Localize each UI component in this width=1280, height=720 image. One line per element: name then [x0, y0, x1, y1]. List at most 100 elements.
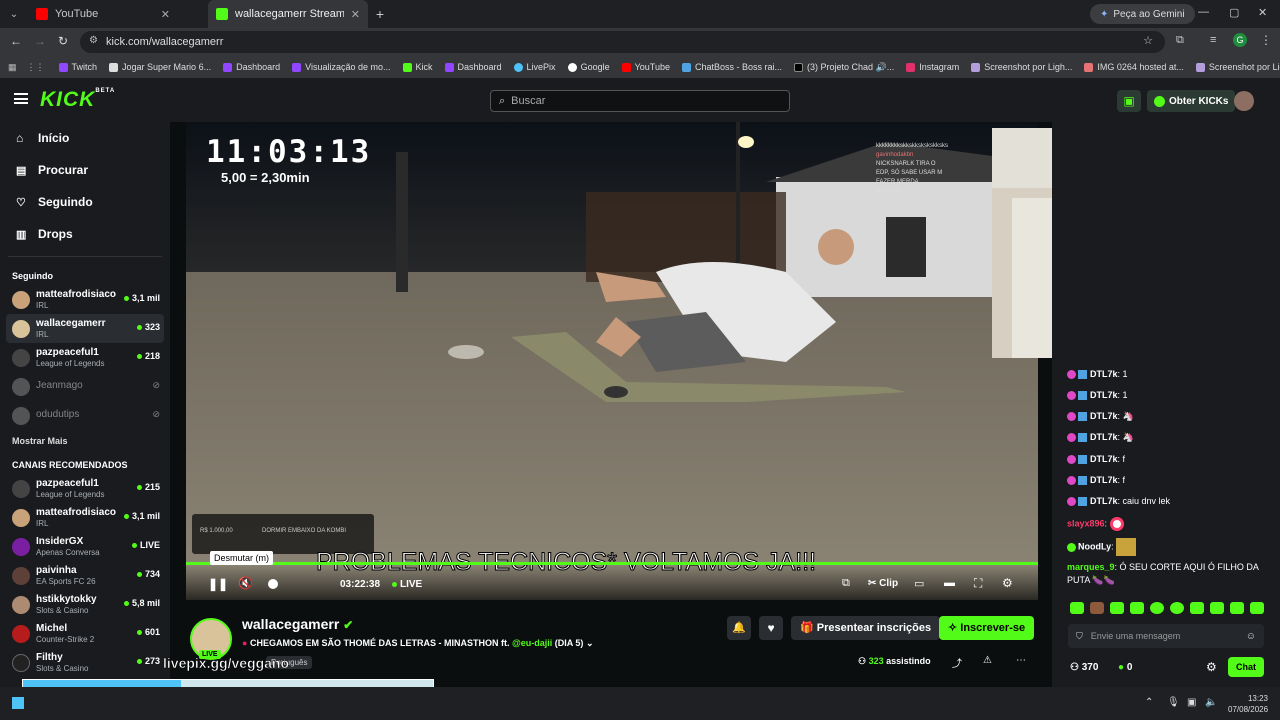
hamburger-menu-icon[interactable]: [14, 93, 28, 104]
nav-browse[interactable]: ▤ Procurar: [0, 154, 170, 186]
new-tab-icon[interactable]: +: [368, 6, 392, 22]
kicks-balance[interactable]: ● 0: [1118, 662, 1132, 673]
bookmark-item[interactable]: LivePix: [508, 62, 562, 72]
emote-icon[interactable]: [1250, 602, 1264, 614]
kick-logo[interactable]: KICKBETA: [40, 88, 115, 112]
sidebar-channel-matteafrodisiaco[interactable]: matteafrodisiaco IRL 3,1 mil: [6, 285, 164, 314]
speaker-icon[interactable]: 🔈: [1205, 697, 1217, 708]
chat-username[interactable]: slayx896: [1067, 518, 1105, 528]
bookmark-item[interactable]: Dashboard: [439, 62, 508, 72]
settings-icon[interactable]: ⚙: [1002, 576, 1013, 590]
nav-home[interactable]: ⌂ Início: [0, 122, 170, 154]
microphone-icon[interactable]: 🎙: [1167, 697, 1180, 708]
emote-icon[interactable]: [1150, 602, 1164, 614]
address-bar[interactable]: ⚙ kick.com/wallacegamerr ☆: [80, 31, 1165, 53]
stream-mention[interactable]: @eu-dajii: [512, 638, 552, 648]
bookmark-item[interactable]: Visualização de mo...: [286, 62, 396, 72]
get-kicks-button[interactable]: Obter KICKs: [1147, 90, 1236, 112]
fullscreen-icon[interactable]: ⛶: [974, 576, 982, 591]
sidebar-channel-odudutips[interactable]: odudutips ⊘: [6, 401, 164, 430]
recommended-channel[interactable]: Michel Counter-Strike 2 601: [6, 619, 164, 648]
live-indicator[interactable]: LIVE: [392, 579, 422, 590]
profile-avatar[interactable]: G: [1233, 33, 1247, 47]
emote-icon[interactable]: [1090, 602, 1104, 614]
emote-icon[interactable]: [1170, 602, 1184, 614]
emote-icon[interactable]: [1110, 602, 1124, 614]
forward-icon[interactable]: →: [34, 34, 46, 48]
chat-username[interactable]: marques_9: [1067, 562, 1115, 572]
chat-username[interactable]: DTL7k: [1090, 369, 1118, 379]
recommended-channel[interactable]: pazpeaceful1 League of Legends 215: [6, 474, 164, 503]
reload-icon[interactable]: ↻: [58, 34, 68, 48]
search-input[interactable]: ⌕ Buscar: [490, 90, 790, 112]
bookmark-item[interactable]: Kick: [397, 62, 439, 72]
chat-settings-icon[interactable]: ⚙: [1206, 660, 1217, 674]
chat-username[interactable]: DTL7k: [1090, 496, 1118, 506]
emote-icon[interactable]: [1070, 602, 1084, 614]
minimize-icon[interactable]: —: [1198, 6, 1209, 18]
emote-icon[interactable]: [1210, 602, 1224, 614]
chat-username[interactable]: DTL7k: [1090, 432, 1118, 442]
bookmark-item[interactable]: IMG 0264 hosted at...: [1078, 62, 1190, 72]
emote-icon[interactable]: [1230, 602, 1244, 614]
channel-points[interactable]: ⚇ 370: [1070, 662, 1098, 673]
clock[interactable]: 13:23 07/08/2026: [1228, 693, 1268, 715]
tray-chevron-icon[interactable]: ⌃: [1145, 697, 1153, 708]
pause-icon[interactable]: ❚❚: [208, 577, 228, 591]
bookmark-item[interactable]: Jogar Super Mario 6...: [103, 62, 217, 72]
expand-title-icon[interactable]: ⌄: [586, 638, 594, 648]
share-icon[interactable]: ⤴: [952, 655, 962, 670]
chat-username[interactable]: DTL7k: [1090, 475, 1118, 485]
store-icon[interactable]: ▣: [1117, 90, 1141, 112]
chat-input[interactable]: ⛉ Envie uma mensagem ☺: [1068, 624, 1264, 648]
maximize-icon[interactable]: ▢: [1229, 6, 1239, 19]
emoji-icon[interactable]: ☺: [1246, 631, 1256, 642]
tab-youtube[interactable]: YouTube ✕: [28, 0, 178, 28]
user-avatar[interactable]: [1234, 91, 1254, 111]
volume-slider-handle[interactable]: [268, 579, 278, 589]
sidebar-channel-jeanmago[interactable]: Jeanmago ⊘: [6, 372, 164, 401]
back-icon[interactable]: ←: [10, 34, 22, 48]
close-tab-icon[interactable]: ✕: [161, 8, 170, 21]
chat-mode-icon[interactable]: ⛉: [1076, 631, 1083, 642]
send-chat-button[interactable]: Chat: [1228, 657, 1264, 677]
recommended-channel[interactable]: matteafrodisiaco IRL 3,1 mil: [6, 503, 164, 532]
bookmark-item[interactable]: (3) Projeto Chad 🔊...: [788, 62, 900, 73]
tab-wallacegamerr[interactable]: wallacegamerr Stream - Wa ✕: [208, 0, 368, 28]
bookmark-item[interactable]: Screenshot por Ligh...: [965, 62, 1078, 72]
chat-username[interactable]: NoodLy: [1078, 541, 1111, 551]
theater-mode-icon[interactable]: ⧉: [842, 577, 850, 590]
follow-heart-icon[interactable]: ♥: [759, 616, 783, 640]
miniplayer-icon[interactable]: ▬: [944, 577, 955, 589]
bookmark-item[interactable]: YouTube: [616, 62, 676, 72]
site-info-icon[interactable]: ⚙: [89, 35, 98, 46]
report-icon[interactable]: ⚠: [983, 655, 992, 666]
channel-name-row[interactable]: wallacegamerr ✔: [242, 616, 353, 632]
gift-subs-button[interactable]: 🎁 Presentear inscrições: [791, 616, 941, 640]
recommended-channel[interactable]: hstikkytokky Slots & Casino 5,8 mil: [6, 590, 164, 619]
menu-icon[interactable]: ⋮: [1260, 33, 1272, 47]
captions-icon[interactable]: ▭: [914, 577, 924, 590]
media-icon[interactable]: ≡: [1210, 34, 1216, 46]
close-window-icon[interactable]: ✕: [1258, 6, 1267, 19]
sidebar-channel-pazpeaceful1[interactable]: pazpeaceful1 League of Legends 218: [6, 343, 164, 372]
apps-icon[interactable]: ▦: [0, 62, 23, 73]
bookmark-item[interactable]: ChatBoss - Boss rai...: [676, 62, 788, 72]
chat-username[interactable]: DTL7k: [1090, 411, 1118, 421]
bookmark-item[interactable]: Google: [562, 62, 616, 72]
emote-icon[interactable]: [1130, 602, 1144, 614]
recommended-channel[interactable]: paivinha EA Sports FC 26 734: [6, 561, 164, 590]
start-icon[interactable]: [12, 697, 24, 709]
grid-icon[interactable]: ⋮⋮: [23, 62, 53, 73]
video-player[interactable]: 11:03:13 5,00 = 2,30min kkkkkkkkskkskksk…: [186, 122, 1038, 600]
bookmark-item[interactable]: Twitch: [53, 62, 104, 72]
emote-icon[interactable]: [1190, 602, 1204, 614]
tab-list-icon[interactable]: ⌄: [0, 9, 28, 20]
clip-button[interactable]: ✂ Clip: [868, 578, 898, 589]
volume-muted-icon[interactable]: 🔇: [238, 576, 253, 590]
recommended-channel[interactable]: InsiderGX Apenas Conversa LIVE: [6, 532, 164, 561]
recommended-channel[interactable]: Filthy Slots & Casino 273: [6, 648, 164, 677]
gemini-button[interactable]: ✦ Peça ao Gemini: [1090, 4, 1195, 24]
notification-bell-icon[interactable]: 🔔: [727, 616, 751, 640]
network-icon[interactable]: ▣: [1187, 697, 1196, 708]
